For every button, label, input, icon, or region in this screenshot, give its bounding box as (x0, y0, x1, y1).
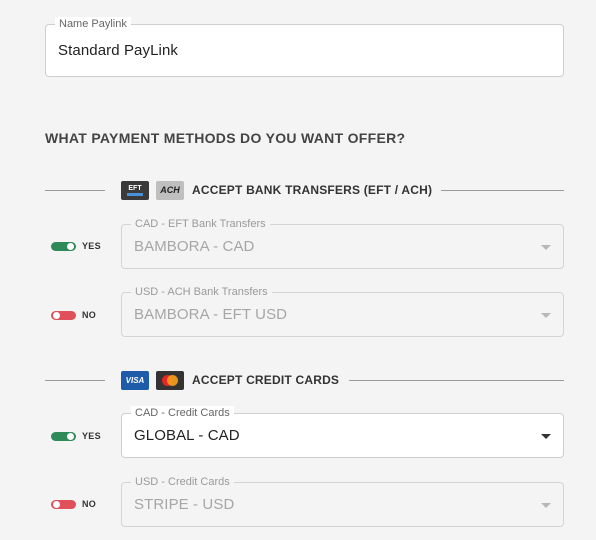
bank-transfers-divider: EFT ACH ACCEPT BANK TRANSFERS (EFT / ACH… (45, 178, 564, 202)
chevron-down-icon[interactable] (541, 502, 551, 508)
eft-icon: EFT (121, 180, 149, 200)
mastercard-icon (156, 370, 184, 390)
ach-icon: ACH (156, 180, 184, 200)
toggle-label: NO (82, 310, 97, 320)
cc-usd-value: STRIPE - USD (134, 496, 235, 513)
chevron-down-icon[interactable] (541, 312, 551, 318)
eft-cad-select[interactable]: CAD - EFT Bank Transfers BAMBORA - CAD (121, 217, 564, 269)
eft-cad-value: BAMBORA - CAD (134, 238, 255, 255)
bank-transfers-header: EFT ACH ACCEPT BANK TRANSFERS (EFT / ACH… (121, 178, 432, 202)
ach-usd-select[interactable]: USD - ACH Bank Transfers BAMBORA - EFT U… (121, 285, 564, 337)
divider-line-left (45, 190, 105, 191)
chevron-down-icon[interactable] (541, 244, 551, 250)
credit-cards-label: ACCEPT CREDIT CARDS (192, 373, 340, 387)
ach-usd-toggle[interactable]: NO (51, 310, 96, 320)
cc-cad-value: GLOBAL - CAD (134, 427, 240, 444)
toggle-label: YES (82, 431, 101, 441)
divider-line-right (441, 190, 564, 191)
bank-transfers-label: ACCEPT BANK TRANSFERS (EFT / ACH) (192, 183, 433, 197)
eft-cad-toggle[interactable]: YES (51, 241, 101, 251)
paylink-name-field[interactable]: Name Paylink Standard PayLink (45, 17, 564, 77)
credit-cards-header: VISA ACCEPT CREDIT CARDS (121, 368, 339, 392)
divider-line-left (45, 380, 105, 381)
divider-line-right (349, 380, 564, 381)
toggle-track[interactable] (51, 241, 76, 251)
cc-cad-select[interactable]: CAD - Credit Cards GLOBAL - CAD (121, 406, 564, 458)
cc-cad-toggle[interactable]: YES (51, 431, 101, 441)
visa-icon: VISA (121, 370, 149, 390)
paylink-name-value[interactable]: Standard PayLink (58, 25, 178, 76)
toggle-label: YES (82, 241, 101, 251)
cc-usd-select[interactable]: USD - Credit Cards STRIPE - USD (121, 475, 564, 527)
toggle-label: NO (82, 499, 97, 509)
toggle-track[interactable] (51, 431, 76, 441)
toggle-track[interactable] (51, 499, 76, 509)
payment-methods-heading: WHAT PAYMENT METHODS DO YOU WANT OFFER? (45, 130, 406, 146)
toggle-track[interactable] (51, 310, 76, 320)
chevron-down-icon[interactable] (541, 433, 551, 439)
cc-usd-toggle[interactable]: NO (51, 499, 96, 509)
ach-usd-value: BAMBORA - EFT USD (134, 306, 288, 323)
credit-cards-divider: VISA ACCEPT CREDIT CARDS (45, 368, 564, 392)
